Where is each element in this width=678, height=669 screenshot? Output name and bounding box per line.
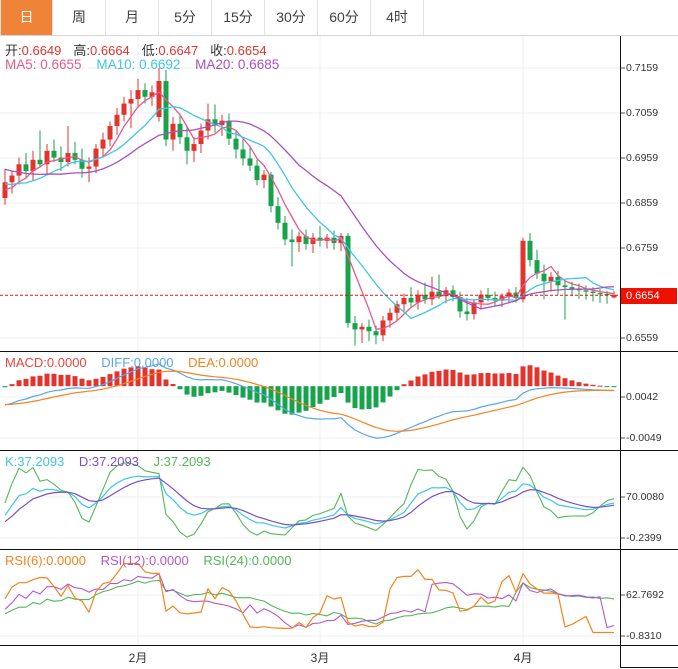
- period-toolbar: 日 周 月 5分 15分 30分 60分 4时: [0, 0, 678, 36]
- y-tick-macd-1: 0.0042: [626, 390, 676, 404]
- y-tick-macd-2: -0.0049: [626, 431, 676, 445]
- k-value: K:37.2093: [5, 454, 64, 469]
- rsi-legend: RSI(6):0.0000 RSI(12):0.0000 RSI(24):0.0…: [5, 553, 303, 568]
- y-tick-main-5: 0.6759: [626, 241, 676, 255]
- high-label: 高:: [73, 43, 90, 58]
- y-tick-rsi-2: -0.8310: [626, 629, 676, 643]
- close-value: 0.6654: [227, 43, 267, 58]
- ma5-legend: MA5: 0.6655: [5, 57, 82, 72]
- macd-legend: MACD:0.0000 DIFF:0.0000 DEA:0.0000: [5, 355, 269, 370]
- y-tick-main-4: 0.6859: [626, 196, 676, 210]
- x-axis: 2月 3月 4月: [0, 646, 678, 669]
- y-tick-kdj-2: -0.2399: [626, 531, 676, 545]
- y-tick-main-3: 0.6959: [626, 151, 676, 165]
- open-label: 开:: [5, 43, 22, 58]
- low-value: 0.6647: [158, 43, 198, 58]
- y-tick-main-6: 0.6559: [626, 331, 676, 345]
- x-tick-mar: 3月: [311, 649, 330, 666]
- tab-5min[interactable]: 5分: [159, 0, 212, 35]
- low-label: 低:: [142, 43, 159, 58]
- tab-day[interactable]: 日: [0, 0, 53, 35]
- rsi12-value: RSI(12):0.0000: [101, 553, 189, 568]
- close-label: 收:: [210, 43, 227, 58]
- y-tick-rsi-1: 62.7692: [626, 588, 676, 602]
- tab-15min[interactable]: 15分: [212, 0, 265, 35]
- ma-legend: MA5: 0.6655 MA10: 0.6692 MA20: 0.6685: [5, 57, 290, 72]
- high-value: 0.6664: [90, 43, 130, 58]
- x-tick-apr: 4月: [514, 649, 533, 666]
- diff-value: DIFF:0.0000: [101, 355, 173, 370]
- last-price-tag: 0.6654: [621, 288, 677, 304]
- rsi6-value: RSI(6):0.0000: [5, 553, 86, 568]
- tab-month[interactable]: 月: [106, 0, 159, 35]
- x-tick-feb: 2月: [129, 649, 148, 666]
- ma20-legend: MA20: 0.6685: [195, 57, 279, 72]
- y-tick-main-2: 0.7059: [626, 106, 676, 120]
- tab-60min[interactable]: 60分: [318, 0, 371, 35]
- rsi24-value: RSI(24):0.0000: [203, 553, 291, 568]
- y-tick-kdj-1: 70.0080: [626, 490, 676, 504]
- axis-corner-box: [620, 645, 678, 668]
- kdj-legend: K:37.2093 D:37.2093 J:37.2093: [5, 454, 222, 469]
- tab-4hour[interactable]: 4时: [371, 0, 424, 35]
- d-value: D:37.2093: [79, 454, 139, 469]
- macd-value: MACD:0.0000: [5, 355, 87, 370]
- ma10-legend: MA10: 0.6692: [96, 57, 180, 72]
- open-value: 0.6649: [22, 43, 62, 58]
- y-tick-main-1: 0.7159: [626, 61, 676, 75]
- trading-chart-app: 日 周 月 5分 15分 30分 60分 4时 开:0.6649 高:0.6664…: [0, 0, 678, 669]
- j-value: J:37.2093: [154, 454, 211, 469]
- tab-week[interactable]: 周: [53, 0, 106, 35]
- tab-30min[interactable]: 30分: [265, 0, 318, 35]
- dea-value: DEA:0.0000: [188, 355, 258, 370]
